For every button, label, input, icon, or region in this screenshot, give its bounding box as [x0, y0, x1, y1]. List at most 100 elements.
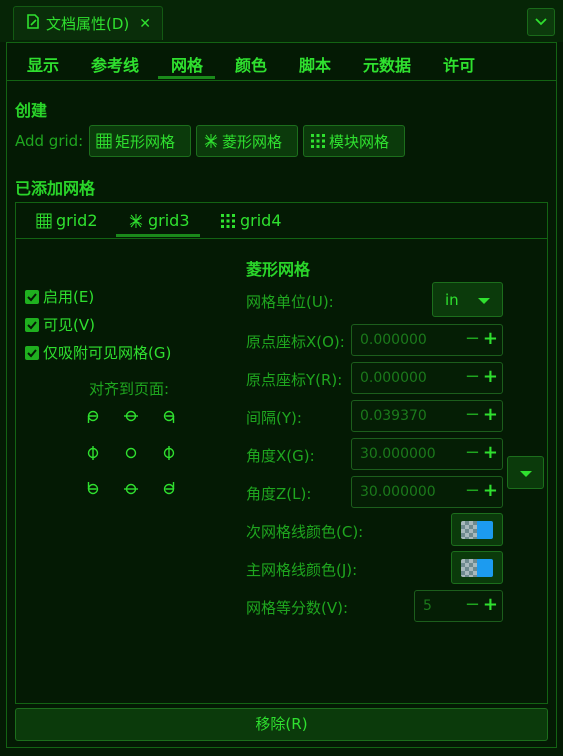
anchor-top-right-icon — [163, 410, 175, 423]
add-axonometric-grid-button[interactable]: 菱形网格 — [196, 125, 298, 157]
snap-visible-label: 仅吸附可见网格(G) — [43, 344, 172, 362]
tab-scripts[interactable]: 脚本 — [299, 52, 331, 76]
minus-icon[interactable]: − — [465, 328, 480, 349]
grid-unit-label: 网格单位(U): — [246, 293, 334, 311]
major-line-color-button[interactable] — [451, 551, 503, 584]
angle-z-value[interactable]: 30.000000 — [360, 484, 436, 500]
grid-unit-value: in — [445, 291, 459, 309]
minor-line-color-button[interactable] — [451, 513, 503, 546]
origin-x-label: 原点座标X(O): — [246, 333, 345, 351]
angle-x-value[interactable]: 30.000000 — [360, 446, 436, 462]
anchor-middle-right-icon — [163, 446, 175, 460]
tab-guides[interactable]: 参考线 — [91, 52, 139, 76]
anchor-bottom-center-icon — [124, 483, 138, 495]
tab-grids[interactable]: 网格 — [171, 52, 203, 76]
origin-y-value[interactable]: 0.000000 — [360, 370, 427, 386]
axonometric-grid-icon — [204, 134, 218, 148]
visible-checkbox-row[interactable]: 可见(V) — [25, 314, 95, 335]
active-tab-indicator — [158, 76, 215, 79]
spacing-value[interactable]: 0.039370 — [360, 408, 427, 424]
rectangular-grid-icon — [96, 133, 112, 149]
remove-grid-button[interactable]: 移除(R) — [15, 708, 548, 741]
add-axonometric-grid-label: 菱形网格 — [222, 132, 283, 151]
plus-icon[interactable]: + — [483, 442, 498, 463]
minus-icon[interactable]: − — [465, 366, 480, 387]
active-grid-indicator — [116, 234, 200, 237]
checkmark-icon — [27, 320, 37, 329]
angle-z-label: 角度Z(L): — [246, 485, 312, 503]
major-line-color-label: 主网格线颜色(J): — [246, 561, 358, 579]
dropdown-arrow-icon — [520, 471, 532, 477]
added-grids-heading: 已添加网格 — [15, 179, 96, 198]
plus-icon[interactable]: + — [483, 328, 498, 349]
grid-tab-label: grid3 — [148, 211, 190, 230]
minor-line-color-label: 次网格线颜色(C): — [246, 523, 364, 541]
add-rectangular-grid-label: 矩形网格 — [115, 132, 176, 151]
plus-icon[interactable]: + — [483, 480, 498, 501]
close-icon[interactable]: ✕ — [139, 16, 151, 32]
grid-tab-label: grid2 — [56, 211, 98, 230]
angle-z-spinbox[interactable]: 30.000000 − + — [351, 476, 503, 508]
minus-icon[interactable]: − — [465, 442, 480, 463]
origin-y-spinbox[interactable]: 0.000000 − + — [351, 362, 503, 394]
minus-icon[interactable]: − — [465, 480, 480, 501]
checkmark-icon — [27, 348, 37, 357]
plus-icon[interactable]: + — [483, 594, 498, 615]
grid-unit-dropdown[interactable]: in — [432, 282, 503, 317]
alignment-anchors — [87, 410, 175, 495]
anchor-top-left-icon — [87, 410, 99, 423]
major-grid-divisions-label: 网格等分数(V): — [246, 599, 349, 617]
add-grid-label: Add grid: — [15, 132, 84, 150]
grid-tab-label: grid4 — [240, 211, 282, 230]
grid-tab-grid4[interactable]: grid4 — [220, 211, 282, 230]
origin-x-value[interactable]: 0.000000 — [360, 332, 427, 348]
anchor-bottom-right-icon — [163, 482, 175, 495]
plus-icon[interactable]: + — [483, 366, 498, 387]
grid-type-title: 菱形网格 — [246, 260, 311, 279]
document-properties-tab[interactable]: 文档属性(D) ✕ — [13, 6, 163, 40]
angle-x-label: 角度X(G): — [246, 447, 315, 465]
add-modular-grid-button[interactable]: 模块网格 — [303, 125, 405, 157]
enabled-checkbox[interactable] — [25, 289, 39, 304]
spacing-spinbox[interactable]: 0.039370 − + — [351, 400, 503, 432]
tab-license[interactable]: 许可 — [443, 52, 475, 76]
modular-grid-icon — [221, 213, 235, 228]
spacing-label: 间隔(Y): — [246, 409, 302, 427]
tab-display[interactable]: 显示 — [27, 52, 59, 76]
rectangular-grid-icon — [36, 213, 52, 228]
origin-x-spinbox[interactable]: 0.000000 − + — [351, 324, 503, 356]
grid-tab-separator — [16, 238, 547, 239]
tab-metadata[interactable]: 元数据 — [363, 52, 411, 76]
anchor-bottom-left-icon — [87, 482, 99, 495]
chevron-down-icon — [535, 18, 547, 26]
create-heading: 创建 — [15, 101, 48, 120]
grid-tab-grid2[interactable]: grid2 — [36, 211, 98, 230]
document-icon — [26, 13, 40, 34]
grid-tab-grid3[interactable]: grid3 — [128, 211, 190, 230]
divisions-value[interactable]: 5 — [423, 598, 432, 614]
angle-x-spinbox[interactable]: 30.000000 − + — [351, 438, 503, 470]
plus-icon[interactable]: + — [483, 404, 498, 425]
minus-icon[interactable]: − — [465, 404, 480, 425]
snap-visible-checkbox-row[interactable]: 仅吸附可见网格(G) — [25, 342, 171, 363]
minus-icon[interactable]: − — [465, 594, 480, 615]
modular-grid-icon — [311, 134, 325, 148]
tab-colors[interactable]: 颜色 — [235, 52, 267, 76]
add-rectangular-grid-button[interactable]: 矩形网格 — [89, 125, 191, 157]
origin-y-label: 原点座标Y(R): — [246, 371, 343, 389]
color-swatch — [461, 559, 493, 577]
visible-label: 可见(V) — [43, 316, 95, 334]
enabled-checkbox-row[interactable]: 启用(E) — [25, 286, 94, 307]
checkmark-icon — [27, 292, 37, 301]
alignment-grid — [83, 406, 183, 500]
axonometric-grid-icon — [129, 213, 143, 228]
snap-visible-checkbox[interactable] — [25, 345, 39, 360]
visible-checkbox[interactable] — [25, 317, 39, 332]
panel-menu-button[interactable] — [527, 8, 555, 36]
angle-link-menu-button[interactable] — [507, 456, 544, 489]
anchor-center-icon — [125, 447, 137, 459]
major-grid-divisions-spinbox[interactable]: 5 − + — [414, 590, 503, 622]
color-swatch — [461, 521, 493, 539]
tab-title: 文档属性(D) — [46, 15, 130, 33]
dropdown-arrow-icon — [478, 298, 490, 304]
